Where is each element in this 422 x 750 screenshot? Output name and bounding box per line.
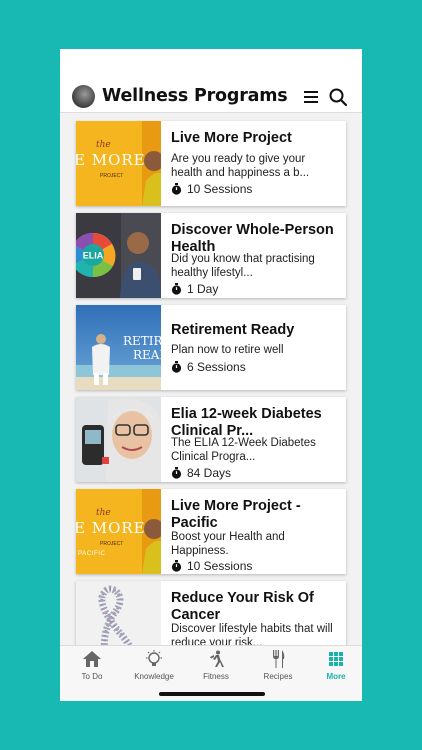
program-list[interactable]: the E MORE PROJECT Live More Project Are… <box>60 114 362 645</box>
program-thumbnail: ELIA <box>76 213 161 298</box>
thumb-text-line1: RETIR <box>123 334 161 348</box>
thumb-main-text: ELIA <box>83 251 104 261</box>
program-title: Reduce Your Risk Of Cancer <box>171 590 314 623</box>
thumb-text-line2: READ <box>133 348 161 362</box>
tab-recipes[interactable]: Recipes <box>248 650 308 686</box>
program-card-diabetes[interactable]: Elia 12-week Diabetes Clinical Pr... The… <box>76 397 346 482</box>
program-title: Live More Project <box>171 130 292 146</box>
program-meta-text: 1 Day <box>187 282 219 296</box>
stopwatch-icon <box>171 467 182 479</box>
stopwatch-icon <box>171 361 182 373</box>
program-duration: 6 Sessions <box>171 360 246 374</box>
grid-icon <box>329 652 343 666</box>
tab-label: More <box>326 672 346 681</box>
program-thumbnail <box>76 581 161 645</box>
home-indicator <box>159 692 265 696</box>
user-avatar[interactable] <box>72 85 95 108</box>
program-title: Discover Whole-Person Health <box>171 222 334 255</box>
program-description: Plan now to retire well <box>171 344 284 356</box>
program-thumbnail: RETIR READ <box>76 305 161 390</box>
program-card-live-more[interactable]: the E MORE PROJECT Live More Project Are… <box>76 121 346 206</box>
lightbulb-icon <box>146 650 162 666</box>
stopwatch-icon <box>171 183 182 195</box>
stopwatch-icon <box>171 283 182 295</box>
tab-label: Recipes <box>263 672 293 681</box>
stopwatch-icon <box>171 560 182 572</box>
program-meta-text: 10 Sessions <box>187 559 253 573</box>
program-card-retirement[interactable]: RETIR READ Retirement Ready Plan now to … <box>76 305 346 390</box>
program-description: Are you ready to give your health and ha… <box>171 153 310 179</box>
program-meta-text: 84 Days <box>187 466 232 480</box>
tab-knowledge[interactable]: Knowledge <box>124 650 184 686</box>
tab-label: To Do <box>81 672 103 681</box>
program-thumbnail: the E MORE PROJECT <box>76 121 161 206</box>
program-card-cancer[interactable]: Reduce Your Risk Of Cancer Discover life… <box>76 581 346 645</box>
thumb-main-text: E MORE <box>76 151 146 169</box>
hamburger-menu-icon[interactable] <box>304 91 318 104</box>
program-description: Did you know that practising healthy lif… <box>171 253 315 279</box>
program-thumbnail: the E MORE PROJECT PACIFIC <box>76 489 161 574</box>
app-header: Wellness Programs <box>60 49 362 113</box>
thumb-sub-text: PROJECT <box>100 541 123 547</box>
program-title: Elia 12-week Diabetes Clinical Pr... <box>171 406 322 439</box>
app-screen: Wellness Programs the E MORE PROJECT Liv… <box>60 49 362 701</box>
page-title: Wellness Programs <box>102 86 288 106</box>
program-meta-text: 6 Sessions <box>187 360 246 374</box>
tab-more[interactable]: More <box>306 650 362 686</box>
program-duration: 10 Sessions <box>171 559 252 573</box>
program-card-live-more-pacific[interactable]: the E MORE PROJECT PACIFIC Live More Pro… <box>76 489 346 574</box>
program-meta-text: 10 Sessions <box>187 182 253 196</box>
search-icon[interactable] <box>328 87 348 107</box>
program-title: Live More Project - Pacific <box>171 498 301 531</box>
tab-label: Knowledge <box>134 672 174 681</box>
thumb-script-text: the <box>96 140 111 150</box>
program-description: Boost your Health and Happiness. <box>171 531 285 557</box>
fork-knife-icon <box>273 650 285 668</box>
thumb-sub-text: PROJECT <box>100 173 123 179</box>
thumb-script-text: the <box>96 508 111 518</box>
thumb-main-text: E MORE <box>76 519 146 537</box>
tab-to-do[interactable]: To Do <box>62 650 122 686</box>
home-icon <box>83 651 101 667</box>
program-card-whole-person[interactable]: ELIA Discover Whole-Person Health Did yo… <box>76 213 346 298</box>
tab-fitness[interactable]: Fitness <box>186 650 246 686</box>
running-person-icon <box>210 650 224 667</box>
program-thumbnail <box>76 397 161 482</box>
program-title: Retirement Ready <box>171 322 295 338</box>
program-duration: 1 Day <box>171 282 218 296</box>
program-duration: 84 Days <box>171 466 231 480</box>
program-duration: 10 Sessions <box>171 182 252 196</box>
tab-label: Fitness <box>203 672 229 681</box>
program-description: Discover lifestyle habits that will redu… <box>171 623 333 645</box>
thumb-sub2-text: PACIFIC <box>78 551 105 557</box>
program-description: The ELIA 12-Week Diabetes Clinical Progr… <box>171 437 316 463</box>
